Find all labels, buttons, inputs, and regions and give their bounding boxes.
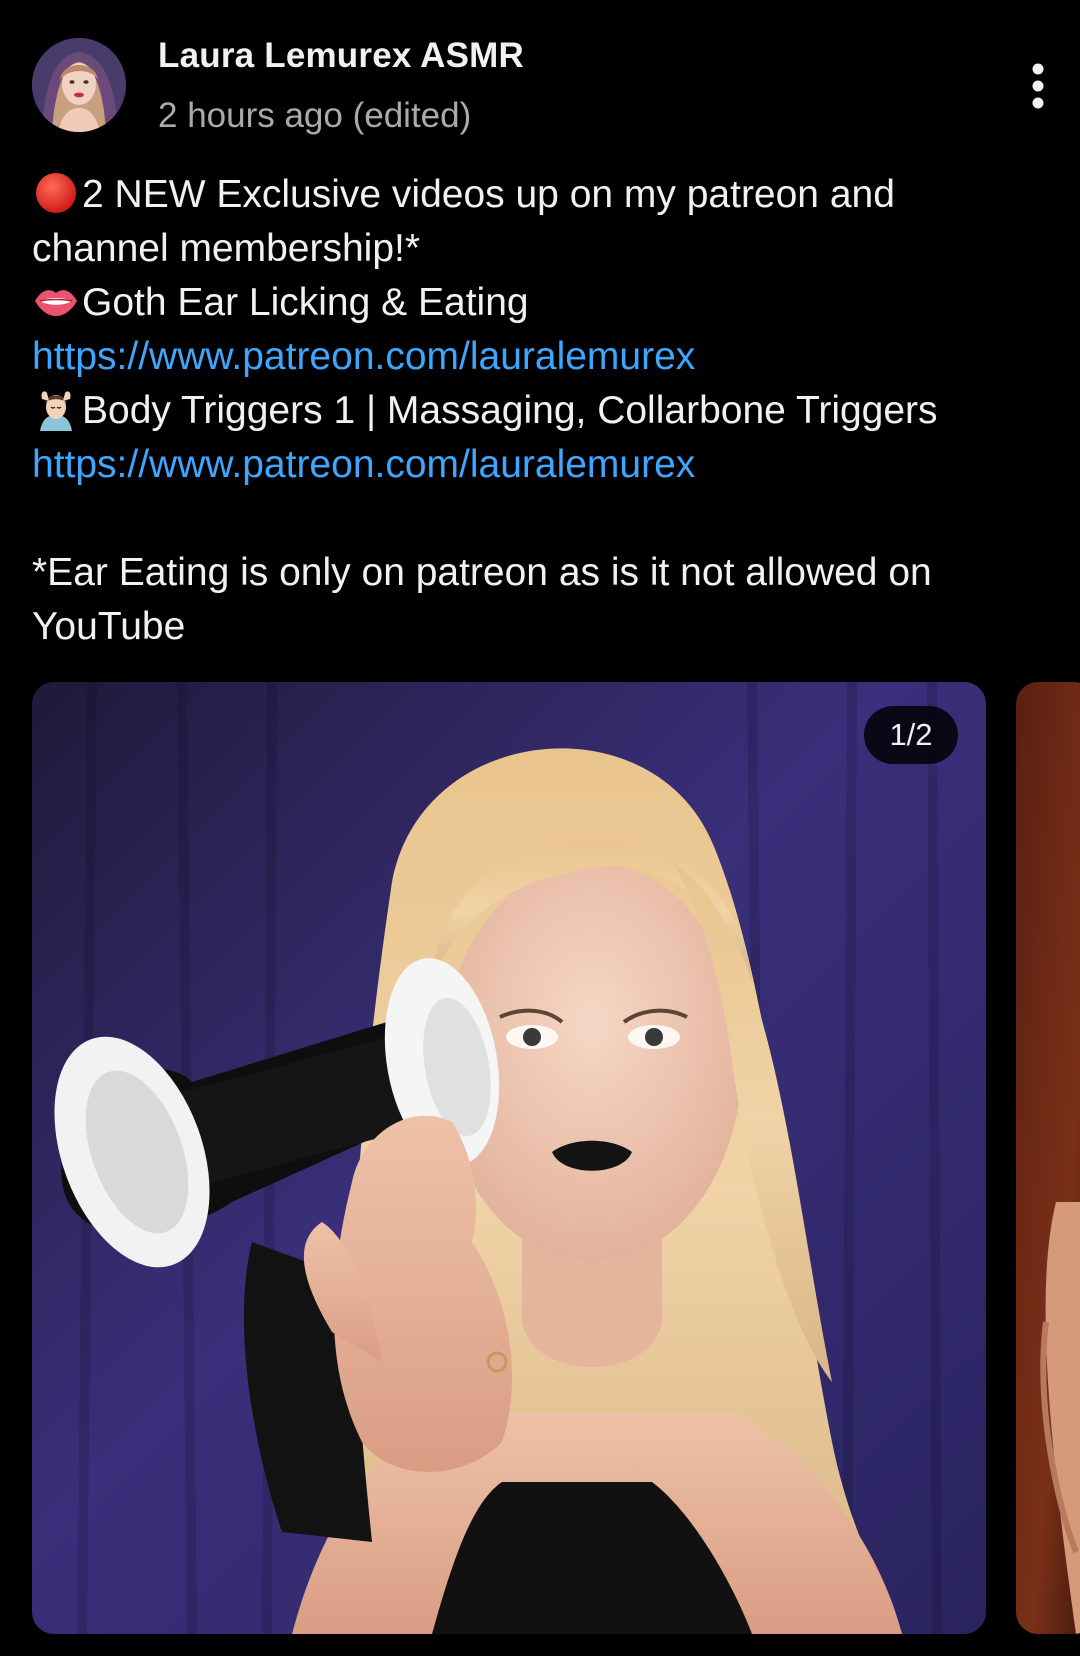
post-text-line1: 2 NEW Exclusive videos up on my patreon … xyxy=(82,173,895,216)
red-circle-icon xyxy=(32,171,80,215)
avatar-image xyxy=(32,38,126,132)
more-vertical-icon xyxy=(1032,63,1044,109)
post-text-line8: YouTube xyxy=(32,605,186,648)
post-line: channel membership!* xyxy=(32,222,1042,276)
post-line: *Ear Eating is only on patreon as is it … xyxy=(32,546,1042,600)
post-image-preview xyxy=(1016,682,1080,1634)
post-text-line5: Body Triggers 1 | Massaging, Collarbone … xyxy=(82,389,938,432)
patreon-link-1[interactable]: https://www.patreon.com/lauralemurex xyxy=(32,330,1042,384)
carousel-counter: 1/2 xyxy=(864,706,958,764)
post-text-line2: channel membership!* xyxy=(32,227,421,270)
channel-avatar[interactable] xyxy=(32,38,126,132)
post-text-line7: *Ear Eating is only on patreon as is it … xyxy=(32,551,932,594)
post-line: YouTube xyxy=(32,600,1042,654)
lips-icon xyxy=(32,279,80,323)
post-image xyxy=(32,682,986,1634)
post-line: Goth Ear Licking & Eating xyxy=(32,276,1042,330)
post-header: Laura Lemurex ASMR 2 hours ago (edited) xyxy=(0,0,1080,150)
more-options-button[interactable] xyxy=(1010,56,1066,116)
image-carousel[interactable]: 1/2 xyxy=(32,682,1080,1634)
post-timestamp: 2 hours ago (edited) xyxy=(158,96,472,135)
community-post: Laura Lemurex ASMR 2 hours ago (edited) … xyxy=(0,0,1080,1656)
post-body: 2 NEW Exclusive videos up on my patreon … xyxy=(32,168,1042,654)
channel-name[interactable]: Laura Lemurex ASMR xyxy=(158,36,524,76)
post-line: 2 NEW Exclusive videos up on my patreon … xyxy=(32,168,1042,222)
post-line: Body Triggers 1 | Massaging, Collarbone … xyxy=(32,384,1042,438)
carousel-image-1[interactable]: 1/2 xyxy=(32,682,986,1634)
post-text-line3: Goth Ear Licking & Eating xyxy=(82,281,529,324)
carousel-image-2-preview[interactable] xyxy=(1016,682,1080,1634)
patreon-link-2[interactable]: https://www.patreon.com/lauralemurex xyxy=(32,438,1042,492)
face-massage-icon xyxy=(32,387,80,431)
